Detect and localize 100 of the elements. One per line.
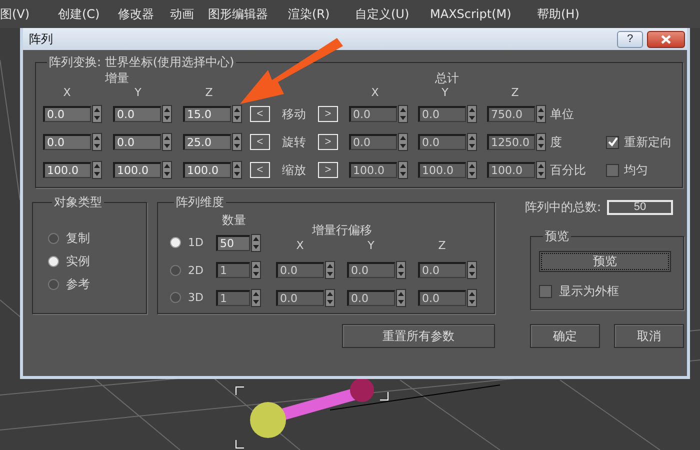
number-field[interactable]: 1 [216, 290, 250, 306]
unit-label: 百分比 [550, 162, 587, 178]
spinner-button[interactable] [467, 161, 477, 179]
spinner-button[interactable] [251, 288, 261, 306]
number-field[interactable]: 100.0 [113, 162, 161, 178]
total-count-field[interactable]: 50 [607, 200, 674, 214]
spinner-button[interactable] [398, 105, 408, 123]
number-field[interactable]: 0.0 [347, 262, 395, 278]
cancel-button[interactable]: 取消 [614, 324, 684, 348]
menu-item[interactable]: 动画 [170, 6, 208, 22]
radio-button[interactable] [48, 279, 59, 290]
number-field[interactable]: 0.0 [349, 134, 397, 150]
arrow-button[interactable]: < [250, 134, 270, 150]
menu-item[interactable]: 帮助(H) [537, 6, 580, 22]
number-field[interactable]: 15.0 [183, 106, 231, 122]
number-field[interactable]: 0.0 [418, 106, 466, 122]
checkbox[interactable] [606, 136, 619, 148]
menu-item[interactable]: 图形编辑器 [208, 6, 288, 22]
number-field[interactable]: 0.0 [349, 106, 397, 122]
checkbox-label: 显示为外框 [559, 283, 619, 300]
close-button[interactable] [647, 30, 685, 48]
number-field[interactable]: 0.0 [276, 262, 324, 278]
checkbox[interactable] [539, 285, 552, 298]
menu-item[interactable]: 创建(C) [58, 6, 118, 22]
arrow-button[interactable]: < [250, 106, 270, 122]
number-field[interactable]: 25.0 [183, 134, 231, 150]
spinner-button[interactable] [162, 161, 172, 179]
axis-label: X [295, 238, 305, 252]
spinner-button[interactable] [396, 288, 406, 306]
number-field[interactable]: 0.0 [347, 290, 395, 306]
spinner-button[interactable] [92, 161, 102, 179]
menu-item[interactable]: 自定义(U) [355, 6, 430, 22]
spinner-button[interactable] [232, 133, 242, 151]
menu-item[interactable]: MAXScript(M) [430, 7, 537, 21]
unit-label: 单位 [550, 106, 575, 122]
number-field[interactable]: 100.0 [43, 162, 91, 178]
column-heading: 增量 [105, 70, 130, 86]
radio-button[interactable] [48, 233, 59, 244]
spinner-button[interactable] [398, 133, 408, 151]
spinner-button[interactable] [92, 133, 102, 151]
checkbox-label: 均匀 [624, 162, 648, 178]
radio-label: 复制 [66, 230, 90, 247]
preview-button[interactable]: 预览 [539, 251, 671, 272]
number-field[interactable]: 0.0 [43, 134, 91, 150]
number-field[interactable]: 0.0 [43, 106, 91, 122]
spinner-button[interactable] [398, 161, 408, 179]
radio-button[interactable] [170, 237, 181, 248]
number-field[interactable]: 100.0 [349, 162, 397, 178]
spinner-button[interactable] [162, 133, 172, 151]
number-field[interactable]: 0.0 [418, 134, 466, 150]
spinner-button[interactable] [251, 234, 261, 252]
spinner-button[interactable] [536, 105, 546, 123]
radio-button[interactable] [48, 256, 59, 267]
spinner-button[interactable] [232, 161, 242, 179]
spinner-button[interactable] [396, 261, 406, 279]
arrow-button[interactable]: > [318, 106, 338, 122]
spinner-button[interactable] [467, 261, 477, 279]
spinner-button[interactable] [467, 288, 477, 306]
number-field[interactable]: 0.0 [418, 290, 466, 306]
menu-item[interactable]: 图(V) [0, 6, 58, 22]
spinner-button[interactable] [232, 105, 242, 123]
arrow-button[interactable]: > [318, 162, 338, 178]
number-field[interactable]: 0.0 [113, 134, 161, 150]
number-field[interactable]: 1 [216, 262, 250, 278]
number-field[interactable]: 100.0 [183, 162, 231, 178]
spinner-button[interactable] [325, 261, 335, 279]
number-field[interactable]: 750.0 [487, 106, 535, 122]
radio-label: 参考 [66, 276, 90, 293]
checkbox[interactable] [606, 164, 619, 176]
spinner-button[interactable] [467, 133, 477, 151]
help-button[interactable]: ? [617, 30, 643, 48]
spinner-button[interactable] [325, 288, 335, 306]
radio-button[interactable] [170, 292, 181, 303]
ok-button[interactable]: 确定 [530, 324, 600, 348]
menu-item[interactable]: 渲染(R) [288, 6, 355, 22]
menu-item[interactable]: 修改器 [118, 6, 170, 22]
spinner-button[interactable] [467, 105, 477, 123]
number-field[interactable]: 0.0 [418, 262, 466, 278]
axis-label: Y [440, 86, 450, 99]
number-field[interactable]: 100.0 [487, 162, 535, 178]
spinner-button[interactable] [92, 105, 102, 123]
group-title: 对象类型 [53, 194, 103, 211]
number-field[interactable]: 50 [216, 234, 250, 250]
row-label: 移动 [281, 106, 307, 122]
arrow-button[interactable]: < [250, 162, 270, 178]
axis-label: X [62, 86, 72, 99]
reset-button[interactable]: 重置所有参数 [342, 324, 495, 348]
radio-button[interactable] [170, 264, 181, 276]
spinner-button[interactable] [162, 105, 172, 123]
spinner-button[interactable] [251, 261, 261, 279]
arrow-button[interactable]: > [318, 134, 338, 150]
axis-label: Y [134, 86, 142, 99]
number-field[interactable]: 100.0 [418, 162, 466, 178]
number-field[interactable]: 0.0 [113, 106, 161, 122]
number-field[interactable]: 1250.0 [487, 134, 535, 150]
axis-label: Z [510, 86, 520, 99]
spinner-button[interactable] [536, 161, 546, 179]
radio-label: 2D [188, 264, 204, 276]
number-field[interactable]: 0.0 [276, 290, 324, 306]
spinner-button[interactable] [536, 133, 546, 151]
